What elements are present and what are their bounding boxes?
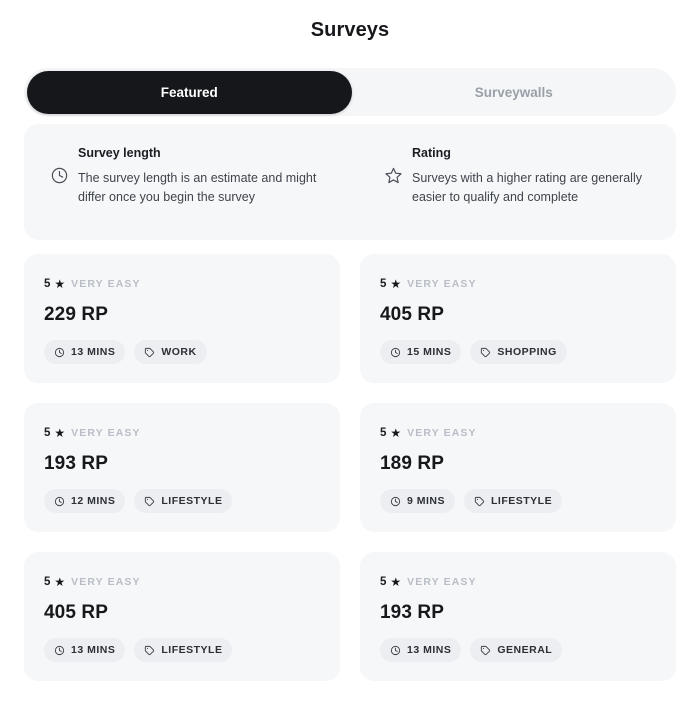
info-item-rating: Rating Surveys with a higher rating are … bbox=[364, 146, 676, 240]
survey-meta: 9 MINS LIFESTYLE bbox=[380, 489, 676, 513]
duration-pill: 13 MINS bbox=[44, 638, 126, 662]
rating-label: VERY EASY bbox=[407, 427, 477, 439]
surveys-page: Surveys Featured Surveywalls Survey leng… bbox=[0, 0, 700, 705]
survey-rating: 5 ★ VERY EASY bbox=[380, 277, 676, 291]
rating-label: VERY EASY bbox=[71, 427, 141, 439]
survey-card[interactable]: 5 ★ VERY EASY 405 RP 15 MINS SHOPPING bbox=[360, 254, 676, 383]
survey-rating: 5 ★ VERY EASY bbox=[380, 426, 676, 440]
star-icon: ★ bbox=[390, 575, 402, 589]
survey-meta: 12 MINS LIFESTYLE bbox=[44, 489, 340, 513]
duration-pill: 15 MINS bbox=[380, 340, 462, 364]
category-label: LIFESTYLE bbox=[161, 495, 223, 507]
category-pill: WORK bbox=[134, 340, 207, 364]
tag-icon bbox=[474, 496, 485, 507]
info-item-text: Rating Surveys with a higher rating are … bbox=[408, 146, 662, 207]
duration-pill: 12 MINS bbox=[44, 489, 126, 513]
tag-icon bbox=[144, 496, 155, 507]
duration-label: 15 MINS bbox=[407, 346, 452, 358]
clock-icon bbox=[390, 496, 401, 507]
category-label: LIFESTYLE bbox=[161, 644, 223, 656]
category-label: WORK bbox=[161, 346, 197, 358]
category-label: SHOPPING bbox=[497, 346, 557, 358]
survey-card[interactable]: 5 ★ VERY EASY 193 RP 13 MINS GENERAL bbox=[360, 552, 676, 681]
star-icon: ★ bbox=[390, 426, 402, 440]
info-body: The survey length is an estimate and mig… bbox=[78, 171, 317, 204]
survey-card[interactable]: 5 ★ VERY EASY 405 RP 13 MINS LIFESTYLE bbox=[24, 552, 340, 681]
rating-value: 5 bbox=[380, 576, 387, 588]
rating-label: VERY EASY bbox=[71, 576, 141, 588]
category-label: GENERAL bbox=[497, 644, 553, 656]
category-pill: SHOPPING bbox=[470, 340, 567, 364]
survey-reward: 193 RP bbox=[44, 453, 108, 474]
survey-reward: 189 RP bbox=[380, 453, 444, 474]
star-icon: ★ bbox=[54, 426, 66, 440]
rating-label: VERY EASY bbox=[407, 576, 477, 588]
star-icon: ★ bbox=[390, 277, 402, 291]
tag-icon bbox=[480, 347, 491, 358]
info-item-survey-length: Survey length The survey length is an es… bbox=[24, 146, 364, 240]
info-heading: Survey length bbox=[78, 146, 161, 160]
info-body: Surveys with a higher rating are general… bbox=[412, 171, 642, 204]
tab-bar: Featured Surveywalls bbox=[24, 68, 676, 116]
survey-rating: 5 ★ VERY EASY bbox=[380, 575, 676, 589]
duration-label: 9 MINS bbox=[407, 495, 446, 507]
survey-meta: 13 MINS WORK bbox=[44, 340, 340, 364]
duration-label: 13 MINS bbox=[71, 644, 116, 656]
survey-meta: 15 MINS SHOPPING bbox=[380, 340, 676, 364]
duration-label: 13 MINS bbox=[71, 346, 116, 358]
clock-icon bbox=[54, 496, 65, 507]
survey-reward: 229 RP bbox=[44, 304, 108, 325]
category-pill: LIFESTYLE bbox=[134, 638, 233, 662]
duration-pill: 13 MINS bbox=[44, 340, 126, 364]
survey-card[interactable]: 5 ★ VERY EASY 189 RP 9 MINS LIFESTYLE bbox=[360, 403, 676, 532]
rating-value: 5 bbox=[380, 427, 387, 439]
category-pill: GENERAL bbox=[470, 638, 563, 662]
clock-icon bbox=[390, 347, 401, 358]
duration-pill: 9 MINS bbox=[380, 489, 456, 513]
tab-surveywalls-label: Surveywalls bbox=[474, 84, 553, 100]
duration-label: 12 MINS bbox=[71, 495, 116, 507]
category-pill: LIFESTYLE bbox=[134, 489, 233, 513]
clock-icon bbox=[390, 645, 401, 656]
rating-label: VERY EASY bbox=[407, 278, 477, 290]
clock-icon bbox=[54, 645, 65, 656]
survey-card[interactable]: 5 ★ VERY EASY 229 RP 13 MINS WORK bbox=[24, 254, 340, 383]
survey-meta: 13 MINS GENERAL bbox=[380, 638, 676, 662]
info-item-text: Survey length The survey length is an es… bbox=[74, 146, 340, 207]
star-icon bbox=[378, 166, 408, 185]
survey-reward: 193 RP bbox=[380, 602, 444, 623]
tag-icon bbox=[144, 347, 155, 358]
survey-card[interactable]: 5 ★ VERY EASY 193 RP 12 MINS LIFESTYLE bbox=[24, 403, 340, 532]
duration-pill: 13 MINS bbox=[380, 638, 462, 662]
survey-reward: 405 RP bbox=[380, 304, 444, 325]
rating-value: 5 bbox=[44, 427, 51, 439]
category-pill: LIFESTYLE bbox=[464, 489, 563, 513]
rating-label: VERY EASY bbox=[71, 278, 141, 290]
rating-value: 5 bbox=[44, 278, 51, 290]
rating-value: 5 bbox=[44, 576, 51, 588]
info-banner: Survey length The survey length is an es… bbox=[24, 124, 676, 240]
tab-featured-label: Featured bbox=[160, 84, 218, 100]
page-title: Surveys bbox=[310, 19, 390, 41]
survey-rating: 5 ★ VERY EASY bbox=[44, 277, 340, 291]
duration-label: 13 MINS bbox=[407, 644, 452, 656]
star-icon: ★ bbox=[54, 575, 66, 589]
info-heading: Rating bbox=[412, 146, 451, 160]
star-icon: ★ bbox=[54, 277, 66, 291]
survey-card-grid: 5 ★ VERY EASY 229 RP 13 MINS WORK 5 ★ VE… bbox=[24, 254, 676, 681]
clock-icon bbox=[54, 347, 65, 358]
tab-featured[interactable]: Featured bbox=[27, 70, 352, 114]
tab-surveywalls[interactable]: Surveywalls bbox=[352, 70, 677, 114]
rating-value: 5 bbox=[380, 278, 387, 290]
survey-reward: 405 RP bbox=[44, 602, 108, 623]
survey-meta: 13 MINS LIFESTYLE bbox=[44, 638, 340, 662]
tag-icon bbox=[144, 645, 155, 656]
survey-rating: 5 ★ VERY EASY bbox=[44, 426, 340, 440]
survey-rating: 5 ★ VERY EASY bbox=[44, 575, 340, 589]
tag-icon bbox=[480, 645, 491, 656]
clock-icon bbox=[44, 166, 74, 185]
category-label: LIFESTYLE bbox=[491, 495, 553, 507]
